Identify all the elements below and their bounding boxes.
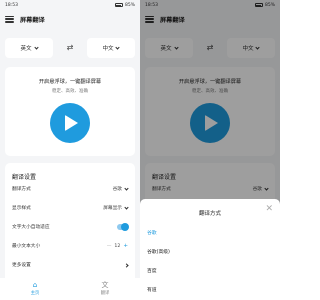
translate-icon: 文	[101, 281, 109, 289]
home-screen: 18:53 85% 屏幕翻译 英文 ⇄ 中文 开启悬浮球，一键翻译屏幕 稳定、高…	[0, 0, 140, 300]
battery-icon	[114, 3, 123, 7]
setting-label: 翻译方式	[12, 187, 31, 192]
setting-min-text-size: 最小文本大小 — 12 +	[12, 240, 128, 252]
increase-button[interactable]: +	[123, 243, 128, 249]
menu-icon[interactable]	[5, 15, 14, 23]
min-size-value: 12	[114, 243, 121, 249]
option-google[interactable]: 谷歌	[147, 229, 157, 236]
nav-label: 主页	[30, 291, 40, 296]
card-headline: 开启悬浮球，一键翻译屏幕	[38, 79, 102, 85]
language-selector: 英文 ⇄ 中文	[5, 38, 135, 58]
status-bar: 18:53 85%	[0, 0, 140, 10]
option-baidu[interactable]: 百度	[147, 267, 157, 274]
setting-label: 更多设置	[12, 263, 31, 268]
settings-card: 翻译设置 翻译方式 谷歌 显示样式 屏幕显示 文字大小自动适应 最小文本大小 —…	[5, 163, 135, 283]
setting-value: 屏幕显示	[103, 206, 122, 211]
translation-method-screen: 18:53 85% 屏幕翻译 英文 ⇄ 中文 开启悬浮球，一键翻译屏幕 稳定、高…	[140, 0, 280, 300]
nav-translate[interactable]: 文 翻译	[70, 278, 140, 300]
chevron-down-icon	[124, 186, 129, 191]
battery-text: 85%	[124, 2, 135, 8]
app-bar: 屏幕翻译	[0, 12, 140, 26]
setting-value: 谷歌	[112, 187, 122, 192]
app-title: 屏幕翻译	[20, 16, 45, 24]
start-button[interactable]	[50, 103, 90, 143]
status-time: 18:53	[5, 2, 18, 8]
chevron-down-icon	[124, 205, 129, 210]
settings-title: 翻译设置	[12, 174, 37, 181]
bottom-nav: ⌂ 主页 文 翻译	[0, 278, 140, 300]
auto-size-toggle[interactable]	[117, 223, 129, 231]
target-language-button[interactable]: 中文	[86, 38, 135, 58]
play-icon	[65, 115, 78, 131]
option-google-advanced[interactable]: 谷歌(高级)	[147, 248, 170, 255]
target-language-label: 中文	[102, 46, 114, 52]
chevron-down-icon	[115, 45, 121, 50]
setting-label: 显示样式	[12, 206, 31, 211]
card-subtitle: 稳定、高效、准确	[52, 89, 88, 94]
chevron-right-icon	[124, 262, 129, 268]
setting-translation-method[interactable]: 翻译方式 谷歌	[12, 183, 129, 195]
option-youdao[interactable]: 有道	[147, 286, 157, 293]
setting-auto-text-size: 文字大小自动适应	[12, 221, 129, 233]
source-language-label: 英文	[20, 46, 32, 52]
sheet-title: 翻译方式	[198, 211, 221, 217]
floating-ball-card: 开启悬浮球，一键翻译屏幕 稳定、高效、准确	[5, 67, 135, 156]
nav-label: 翻译	[100, 291, 110, 296]
decrease-button[interactable]: —	[107, 244, 112, 249]
nav-home[interactable]: ⌂ 主页	[0, 278, 70, 300]
home-icon: ⌂	[32, 281, 38, 289]
setting-label: 文字大小自动适应	[12, 225, 50, 230]
setting-display-style[interactable]: 显示样式 屏幕显示	[12, 202, 129, 214]
close-icon[interactable]: ✕	[265, 205, 273, 214]
chevron-down-icon	[33, 45, 39, 50]
setting-label: 最小文本大小	[12, 244, 41, 249]
source-language-button[interactable]: 英文	[5, 38, 53, 58]
setting-more[interactable]: 更多设置	[12, 259, 129, 271]
translation-method-sheet: 翻译方式 ✕ 谷歌 谷歌(高级) 百度 有道	[140, 199, 280, 300]
swap-languages-icon[interactable]: ⇄	[67, 44, 74, 52]
